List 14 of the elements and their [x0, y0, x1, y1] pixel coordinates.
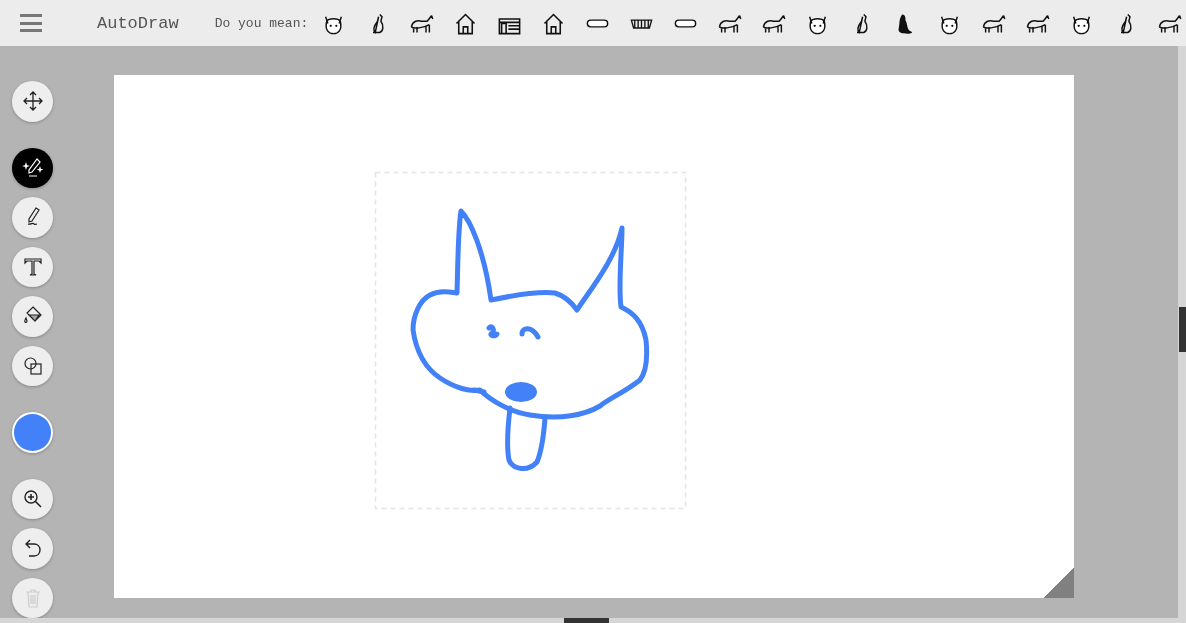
color-swatch[interactable] — [12, 412, 53, 453]
menu-icon[interactable] — [20, 14, 42, 32]
scrollbar-thumb[interactable] — [564, 618, 609, 623]
suggestion-label: Do you mean: — [214, 15, 309, 31]
shapes-button[interactable] — [12, 345, 53, 386]
pencil-button[interactable] — [12, 197, 53, 238]
undo-button[interactable] — [12, 528, 53, 569]
app-title: AutoDraw — [97, 13, 179, 33]
move-button[interactable] — [12, 81, 53, 122]
text-button[interactable] — [12, 246, 53, 287]
paint-bucket-button[interactable] — [12, 296, 53, 337]
zoom-in-button[interactable] — [12, 478, 53, 520]
scrollbar-thumb[interactable] — [1179, 307, 1186, 352]
magic-pencil-button[interactable] — [12, 147, 53, 188]
